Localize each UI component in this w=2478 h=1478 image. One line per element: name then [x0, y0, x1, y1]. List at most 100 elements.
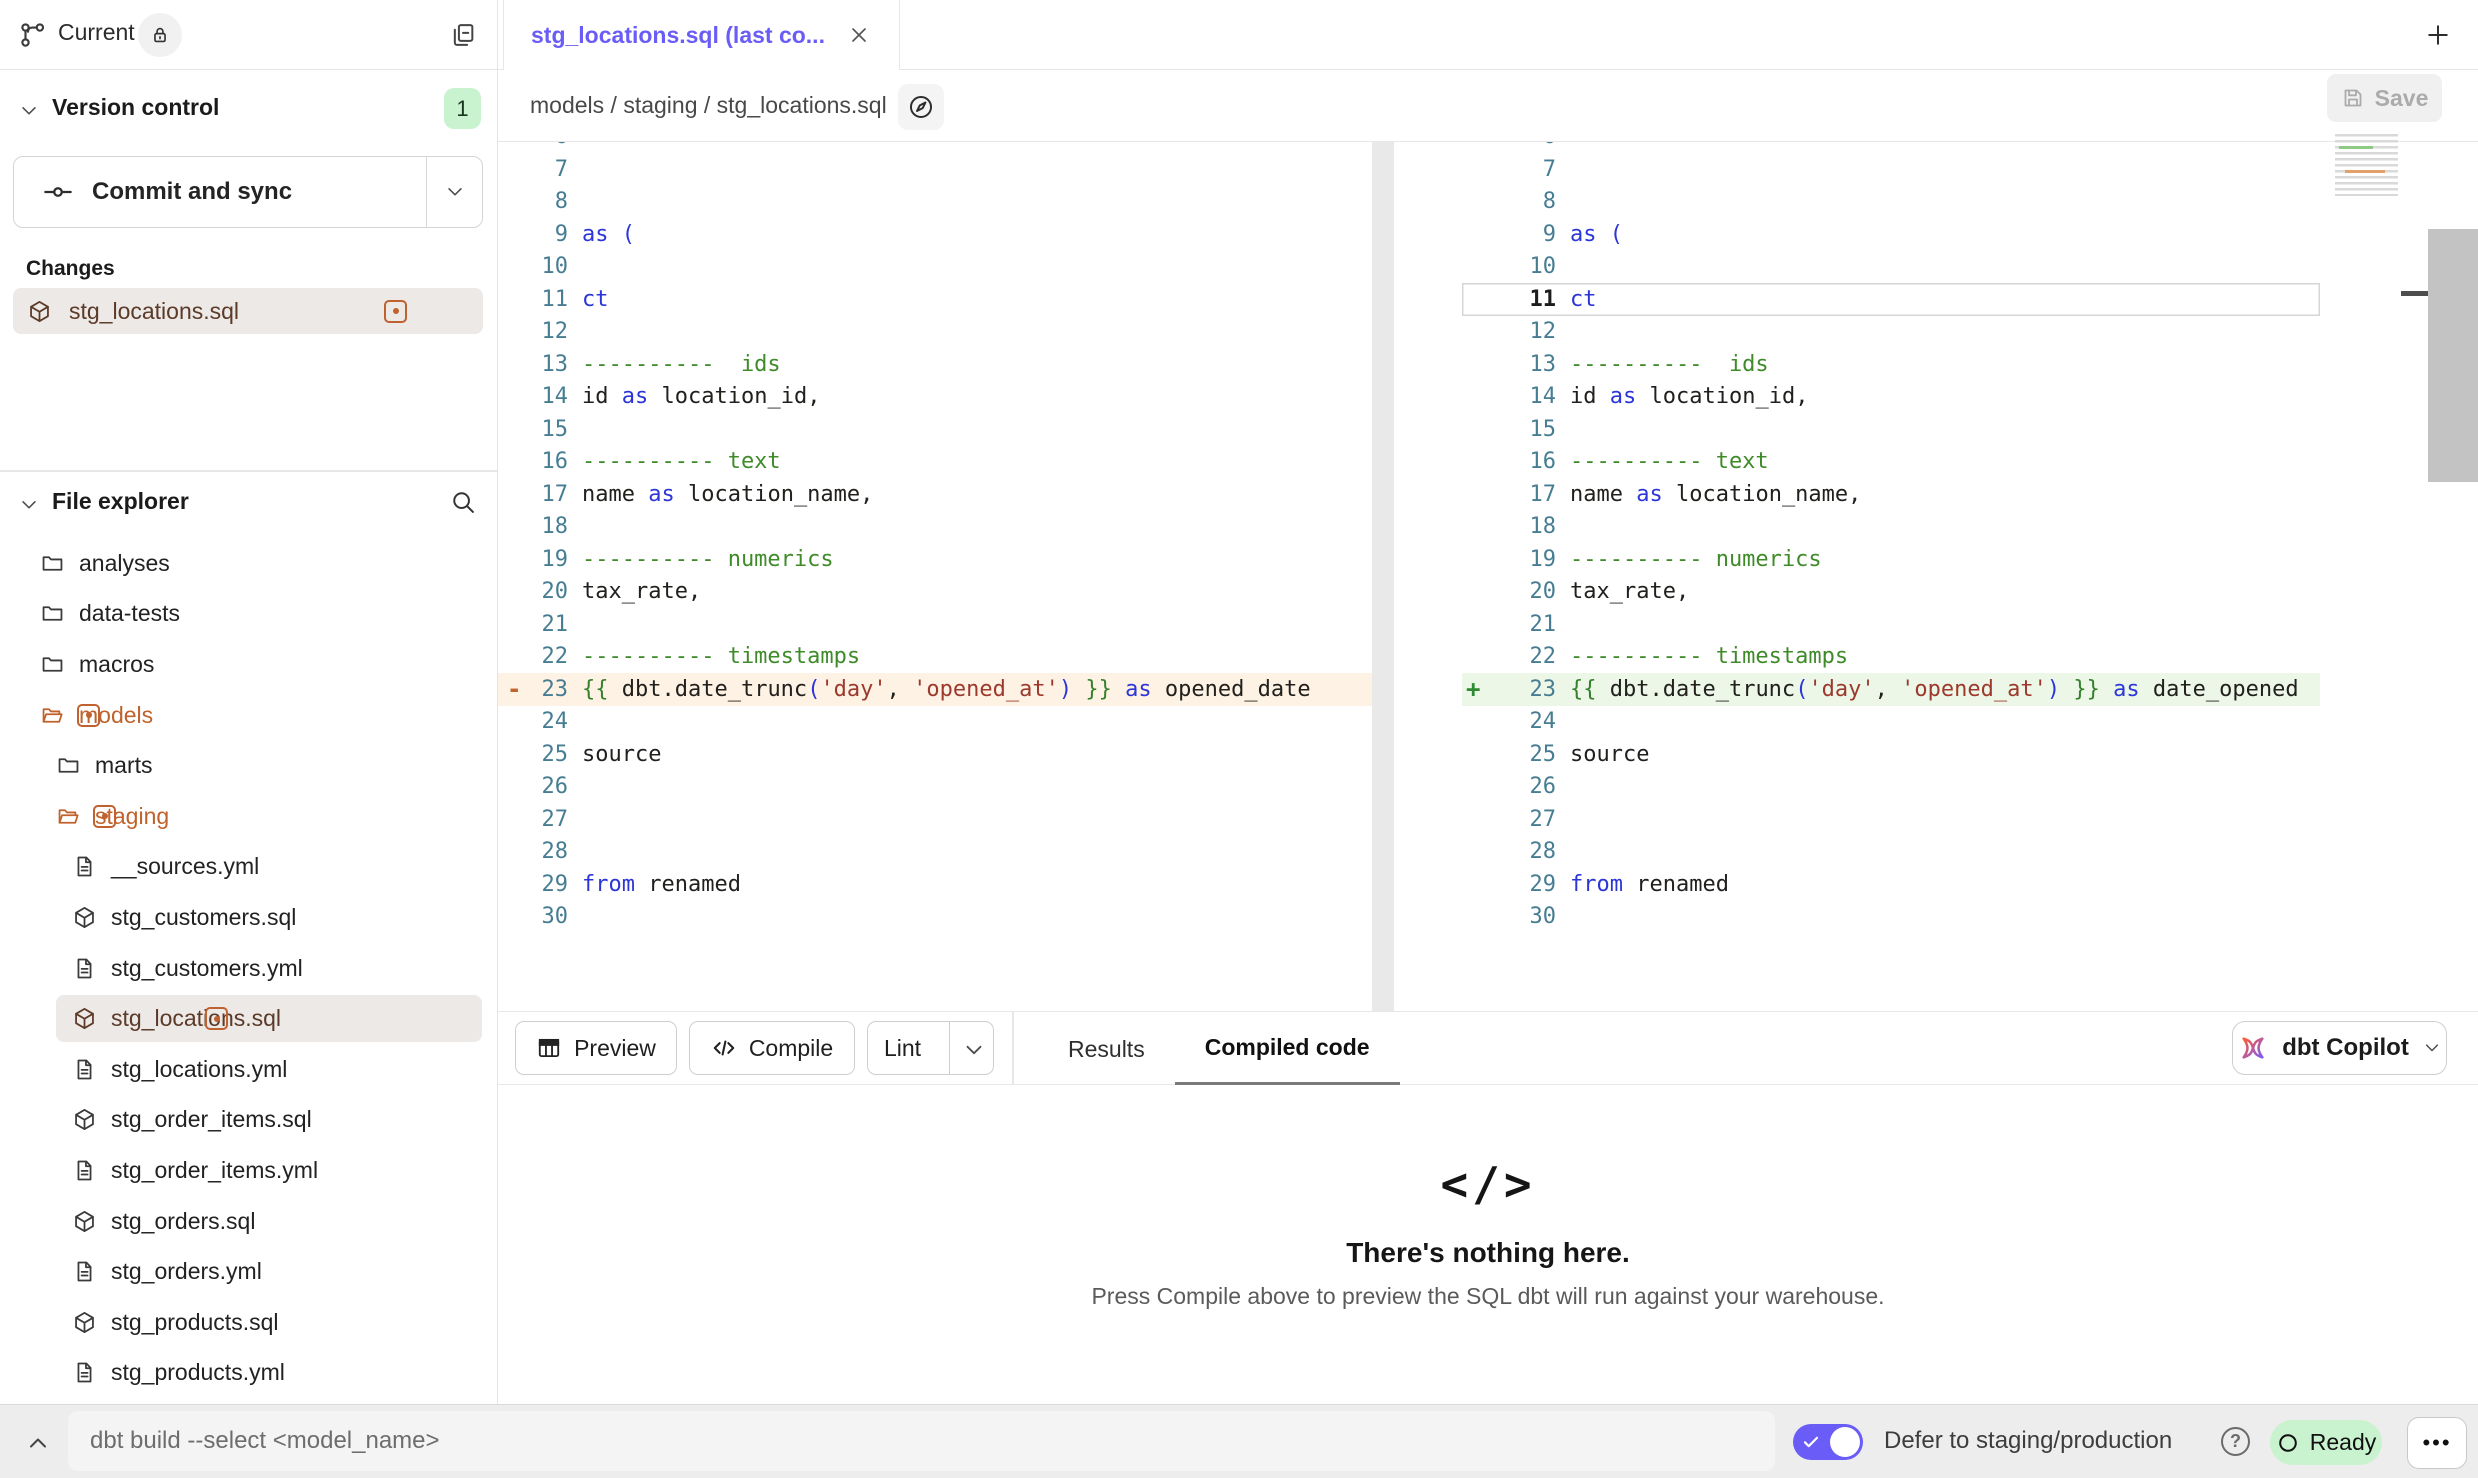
code-line[interactable]: 8 — [498, 185, 1372, 218]
code-line[interactable]: 8 — [1462, 185, 2320, 218]
file-tree-item[interactable]: stg_customers.yml — [0, 943, 497, 994]
code-line[interactable]: 6 — [498, 142, 1372, 153]
status-badge[interactable]: Ready — [2270, 1420, 2382, 1465]
new-tab-plus-icon[interactable] — [2424, 21, 2452, 49]
code-line[interactable]: 26 — [498, 770, 1372, 803]
compile-button[interactable]: Compile — [689, 1021, 855, 1075]
code-line[interactable]: 10 — [1462, 250, 2320, 283]
code-line[interactable]: 11ct — [1462, 283, 2320, 316]
code-line[interactable]: -23{{ dbt.date_trunc('day', 'opened_at')… — [498, 673, 1372, 706]
lint-options-button[interactable] — [949, 1022, 993, 1074]
copy-icon[interactable] — [449, 21, 477, 49]
code-line[interactable]: 24 — [498, 705, 1372, 738]
code-line[interactable]: 6 — [1462, 142, 2320, 153]
code-line[interactable]: 7 — [1462, 153, 2320, 186]
file-tree-item[interactable]: staging — [0, 791, 497, 842]
code-line[interactable]: 25source — [1462, 738, 2320, 771]
code-line[interactable]: 28 — [498, 835, 1372, 868]
file-tree-item[interactable]: stg_products.sql — [0, 1297, 497, 1348]
code-line[interactable]: 19---------- numerics — [1462, 543, 2320, 576]
breadcrumb[interactable]: models / staging / stg_locations.sql — [530, 92, 887, 119]
code-line[interactable]: 29from renamed — [498, 868, 1372, 901]
commit-options-button[interactable] — [426, 157, 482, 227]
diff-pane-left[interactable]: 6789as (1011ct1213---------- ids14id as … — [498, 142, 1372, 1011]
code-line[interactable]: 21 — [1462, 608, 2320, 641]
help-icon[interactable]: ? — [2221, 1427, 2250, 1456]
code-line[interactable]: 9as ( — [1462, 218, 2320, 251]
file-tree-item[interactable]: models — [0, 690, 497, 741]
left-pane-scrollbar[interactable] — [1372, 142, 1394, 1011]
code-line[interactable]: 18 — [1462, 510, 2320, 543]
chevron-up-icon[interactable] — [24, 1429, 52, 1457]
code-line[interactable]: 30 — [498, 900, 1372, 933]
code-line[interactable]: 20tax_rate, — [1462, 575, 2320, 608]
code-line[interactable]: 9as ( — [498, 218, 1372, 251]
file-tree-item[interactable]: stg_customers.sql — [0, 892, 497, 943]
code-line[interactable]: 27 — [498, 803, 1372, 836]
file-tree-item[interactable]: analyses — [0, 538, 497, 589]
file-tree-item[interactable]: stg_locations.yml — [0, 1044, 497, 1095]
diff-pane-right[interactable]: 6789as (1011ct1213---------- ids14id as … — [1462, 142, 2320, 1011]
code-line[interactable]: 30 — [1462, 900, 2320, 933]
more-options-button[interactable]: ••• — [2407, 1417, 2467, 1469]
code-line[interactable]: 29from renamed — [1462, 868, 2320, 901]
code-line[interactable]: 13---------- ids — [498, 348, 1372, 381]
code-line[interactable]: 16---------- text — [498, 445, 1372, 478]
lint-button[interactable]: Lint — [867, 1021, 994, 1075]
code-line[interactable]: 12 — [498, 315, 1372, 348]
code-line[interactable]: 22---------- timestamps — [498, 640, 1372, 673]
code-line[interactable]: 18 — [498, 510, 1372, 543]
file-tree-item[interactable]: marts — [0, 740, 497, 791]
code-line[interactable]: 16---------- text — [1462, 445, 2320, 478]
file-tree-item[interactable]: macros — [0, 639, 497, 690]
code-line[interactable]: 22---------- timestamps — [1462, 640, 2320, 673]
dbt-copilot-button[interactable]: dbt Copilot — [2232, 1021, 2447, 1075]
code-line[interactable]: 15 — [1462, 413, 2320, 446]
code-line[interactable]: 13---------- ids — [1462, 348, 2320, 381]
command-input[interactable]: dbt build --select <model_name> — [68, 1411, 1775, 1471]
tab-compiled-code[interactable]: Compiled code — [1175, 1012, 1400, 1086]
save-button[interactable]: Save — [2327, 74, 2442, 122]
defer-toggle[interactable] — [1793, 1424, 1863, 1460]
code-line[interactable]: 25source — [498, 738, 1372, 771]
version-control-header[interactable]: Version control 1 — [0, 70, 497, 150]
tab-stg-locations-sql[interactable]: stg_locations.sql (last co... — [503, 0, 900, 70]
file-tree-item[interactable]: stg_order_items.yml — [0, 1145, 497, 1196]
code-line[interactable]: 19---------- numerics — [498, 543, 1372, 576]
code-line[interactable]: 28 — [1462, 835, 2320, 868]
code-line[interactable]: 27 — [1462, 803, 2320, 836]
close-icon[interactable] — [847, 23, 871, 47]
tab-results[interactable]: Results — [1038, 1012, 1175, 1086]
code-line[interactable]: 7 — [498, 153, 1372, 186]
code-line[interactable]: 10 — [498, 250, 1372, 283]
code-line[interactable]: 14id as location_id, — [498, 380, 1372, 413]
code-line[interactable]: 17name as location_name, — [498, 478, 1372, 511]
code-line[interactable]: 26 — [1462, 770, 2320, 803]
lint-label[interactable]: Lint — [868, 1035, 937, 1062]
commit-and-sync-button[interactable]: Commit and sync — [13, 156, 483, 228]
file-tree-item[interactable]: stg_order_items.sql — [0, 1095, 497, 1146]
lineage-compass-icon[interactable] — [898, 84, 944, 130]
file-explorer-header[interactable]: File explorer — [0, 472, 497, 536]
code-line[interactable]: 20tax_rate, — [498, 575, 1372, 608]
preview-button[interactable]: Preview — [515, 1021, 677, 1075]
file-tree-item[interactable]: stg_orders.sql — [0, 1196, 497, 1247]
changed-file-row[interactable]: stg_locations.sql — [13, 288, 483, 334]
code-line[interactable]: 14id as location_id, — [1462, 380, 2320, 413]
code-line[interactable]: 24 — [1462, 705, 2320, 738]
file-tree-item[interactable]: __sources.yml — [0, 842, 497, 893]
search-icon[interactable] — [449, 488, 477, 516]
code-line[interactable]: 17name as location_name, — [1462, 478, 2320, 511]
file-tree-item[interactable]: stg_orders.yml — [0, 1246, 497, 1297]
minimap[interactable] — [2335, 134, 2398, 196]
code-line[interactable]: 15 — [498, 413, 1372, 446]
editor-scrollbar-thumb[interactable] — [2428, 229, 2478, 482]
branch-name[interactable]: Current — [58, 19, 135, 46]
code-line[interactable]: 11ct — [498, 283, 1372, 316]
code-line[interactable]: 21 — [498, 608, 1372, 641]
code-line[interactable]: 12 — [1462, 315, 2320, 348]
file-tree-item[interactable]: stg_products.yml — [0, 1348, 497, 1399]
file-tree-item[interactable]: data-tests — [0, 589, 497, 640]
code-line[interactable]: +23{{ dbt.date_trunc('day', 'opened_at')… — [1462, 673, 2320, 706]
file-tree-item[interactable]: stg_locations.sql — [0, 993, 497, 1044]
